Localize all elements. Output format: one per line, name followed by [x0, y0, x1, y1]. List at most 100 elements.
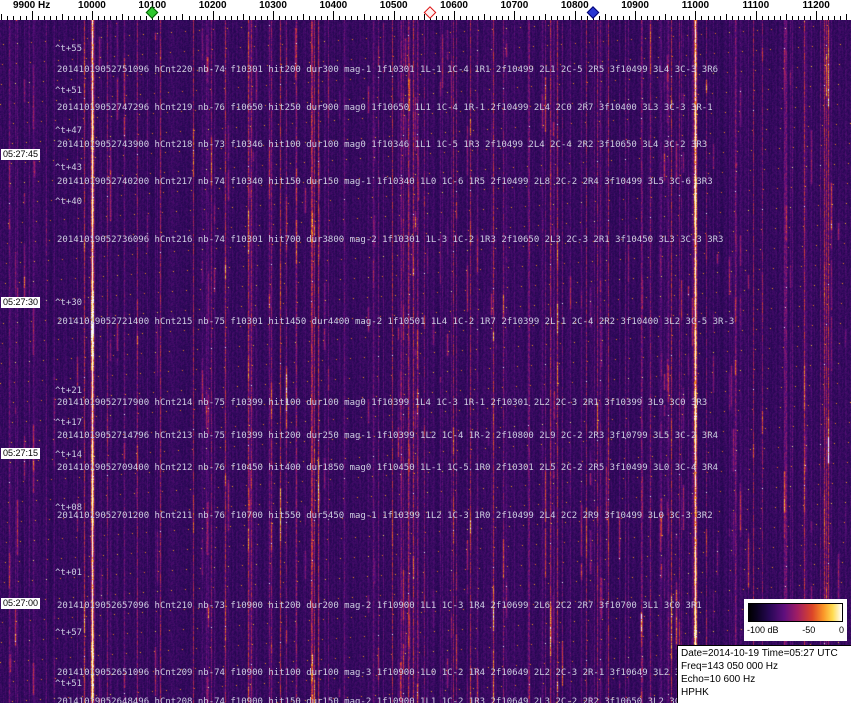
ruler-tick	[327, 16, 328, 20]
ruler-tick	[526, 16, 527, 20]
ruler-tick	[708, 16, 709, 20]
event-time-marker: ^t+40	[55, 197, 83, 207]
ruler-tick	[623, 16, 624, 20]
ruler-tick	[74, 16, 75, 20]
event-time-marker: ^t+14	[55, 450, 83, 460]
ruler-tick	[32, 11, 33, 20]
ruler-tick	[158, 16, 159, 20]
event-log-line: 20141019052740200 hCnt217 nb-74 f10340 h…	[57, 177, 713, 187]
ruler-tick	[635, 11, 636, 20]
ruler-tick	[840, 16, 841, 20]
ruler-tick	[647, 16, 648, 20]
event-log-line: 20141019052709400 hCnt212 nb-76 f10450 h…	[57, 463, 719, 473]
info-line-freq: Freq=143 050 000 Hz	[681, 661, 779, 672]
info-line-station: HPHK	[681, 687, 709, 698]
event-log-line: 20141019052721400 hCnt215 nb-75 f10301 h…	[57, 317, 735, 327]
ruler-tick	[140, 16, 141, 20]
ruler-tick	[388, 16, 389, 20]
ruler-tick	[665, 14, 666, 20]
ruler-tick	[689, 16, 690, 20]
ruler-tick	[659, 16, 660, 20]
time-axis-label: 05:27:00	[1, 598, 41, 609]
ruler-tick	[237, 16, 238, 20]
ruler-tick	[677, 16, 678, 20]
ruler-tick	[810, 16, 811, 20]
ruler-tick	[303, 14, 304, 20]
ruler-tick	[321, 16, 322, 20]
event-log-line: 20141019052747296 hCnt219 nb-76 f10650 h…	[57, 103, 713, 113]
ruler-label: 10900	[621, 0, 649, 11]
ruler-tick	[714, 16, 715, 20]
ruler-tick	[569, 16, 570, 20]
ruler-tick	[345, 16, 346, 20]
ruler-tick	[56, 16, 57, 20]
ruler-tick	[189, 16, 190, 20]
event-time-marker: ^t+43	[55, 163, 83, 173]
ruler-tick	[478, 16, 479, 20]
ruler-tick	[834, 16, 835, 20]
ruler-tick	[370, 16, 371, 20]
ruler-tick	[128, 16, 129, 20]
ruler-tick	[382, 16, 383, 20]
info-line-echo: Echo=10 600 Hz	[681, 674, 756, 685]
ruler-tick	[454, 11, 455, 20]
colorbar-label-max: 0	[838, 625, 844, 635]
ruler-tick	[406, 16, 407, 20]
time-axis-label: 05:27:30	[1, 297, 41, 308]
ruler-label: 11000	[681, 0, 710, 11]
ruler-tick	[599, 16, 600, 20]
ruler-tick	[357, 16, 358, 20]
ruler-tick	[508, 16, 509, 20]
ruler-tick	[315, 16, 316, 20]
ruler-tick	[744, 16, 745, 20]
ruler-tick	[756, 11, 757, 20]
event-log-line: 20141019052751096 hCnt220 nb-74 f10301 h…	[57, 65, 719, 75]
ruler-label: 10400	[319, 0, 348, 11]
ruler-tick	[472, 16, 473, 20]
ruler-label: 10500	[379, 0, 408, 11]
ruler-tick	[695, 11, 696, 20]
colorbar: -100 dB -50 0	[744, 599, 847, 641]
ruler-tick	[605, 14, 606, 20]
ruler-tick	[671, 16, 672, 20]
ruler-tick	[13, 16, 14, 20]
ruler-tick	[442, 16, 443, 20]
event-time-marker: ^t+47	[55, 126, 83, 136]
event-log-line: 20141019052701200 hCnt211 nb-76 f10700 h…	[57, 511, 713, 521]
ruler-tick	[98, 16, 99, 20]
ruler-tick	[50, 16, 51, 20]
ruler-tick	[297, 16, 298, 20]
ruler-label: 11100	[742, 0, 770, 11]
spectrogram-screen: 9900 Hz100001010010200103001040010500106…	[0, 0, 851, 703]
ruler-tick	[86, 16, 87, 20]
ruler-tick	[617, 16, 618, 20]
ruler-tick	[460, 16, 461, 20]
ruler-tick	[798, 16, 799, 20]
frequency-ruler: 9900 Hz100001010010200103001040010500106…	[0, 0, 851, 20]
ruler-tick	[804, 16, 805, 20]
ruler-tick	[738, 16, 739, 20]
ruler-tick	[732, 16, 733, 20]
colorbar-label-mid: -50	[802, 625, 816, 635]
ruler-tick	[219, 16, 220, 20]
ruler-tick	[750, 16, 751, 20]
ruler-tick	[545, 14, 546, 20]
ruler-tick	[701, 16, 702, 20]
ruler-tick	[243, 14, 244, 20]
ruler-tick	[364, 14, 365, 20]
ruler-tick	[267, 16, 268, 20]
ruler-tick	[279, 16, 280, 20]
ruler-tick	[394, 11, 395, 20]
ruler-tick	[653, 16, 654, 20]
ruler-tick	[490, 16, 491, 20]
event-log-line: 20141019052717900 hCnt214 nb-75 f10399 h…	[57, 398, 708, 408]
event-time-marker: ^t+57	[55, 628, 83, 638]
ruler-tick	[816, 11, 817, 20]
ruler-tick	[182, 14, 183, 20]
ruler-tick	[164, 16, 165, 20]
event-log-line: 20141019052714796 hCnt213 nb-75 f10399 h…	[57, 431, 719, 441]
ruler-tick	[44, 16, 45, 20]
event-time-marker: ^t+21	[55, 386, 83, 396]
ruler-tick	[762, 16, 763, 20]
ruler-tick	[92, 11, 93, 20]
